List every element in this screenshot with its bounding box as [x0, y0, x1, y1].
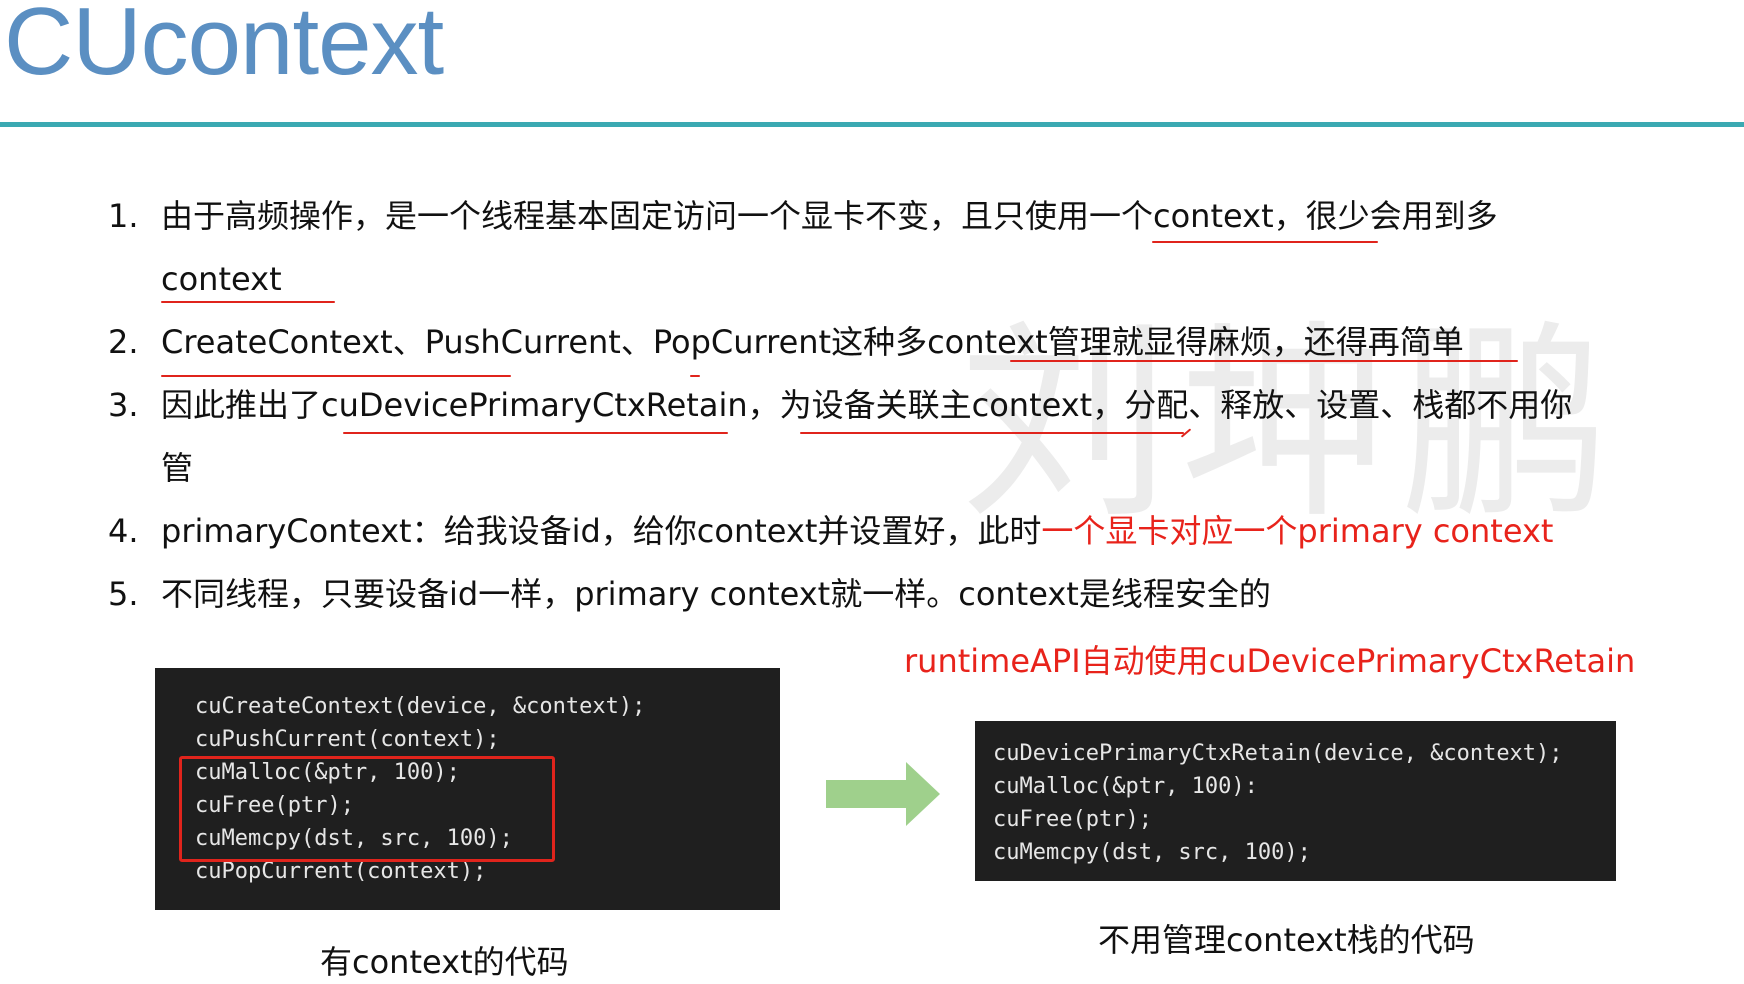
- item-1-text-cont: context: [161, 260, 282, 298]
- item-3-text-cont: 管: [161, 449, 194, 487]
- annotation-underline: [161, 301, 335, 303]
- code-line: cuPushCurrent(context);: [195, 727, 500, 752]
- item-2-number: 2.: [108, 323, 139, 361]
- right-arrow-icon: [826, 762, 940, 826]
- runtime-note: runtimeAPI自动使用cuDevicePrimaryCtxRetain: [904, 642, 1636, 680]
- item-1-number: 1.: [108, 197, 139, 235]
- code-line: cuCreateContext(device, &context);: [195, 694, 646, 719]
- item-2-text: CreateContext、PushCurrent、PopCurrent这种多c…: [161, 323, 1464, 361]
- annotation-underline: [1152, 241, 1378, 243]
- code-line: cuMalloc(&ptr, 100):: [993, 774, 1258, 799]
- item-5-number: 5.: [108, 575, 139, 613]
- item-4-highlight: 一个显卡对应一个primary context: [1041, 512, 1554, 550]
- item-3-text: 因此推出了cuDevicePrimaryCtxRetain，为设备关联主cont…: [161, 386, 1573, 424]
- annotation-underline: [1010, 360, 1518, 362]
- caption-left: 有context的代码: [320, 943, 569, 981]
- annotation-underline: [343, 432, 728, 434]
- annotation-underline: [161, 375, 511, 377]
- page-title: CUcontext: [4, 0, 444, 95]
- item-5-text: 不同线程，只要设备id一样，primary context就一样。context…: [161, 575, 1271, 613]
- annotation-underline: [800, 432, 1184, 434]
- annotation-mark: [690, 375, 700, 377]
- code-block-primary-context: cuDevicePrimaryCtxRetain(device, &contex…: [975, 721, 1616, 881]
- code-line: cuMemcpy(dst, src, 100);: [993, 840, 1311, 865]
- code-line: cuFree(ptr);: [993, 807, 1152, 832]
- code-line: cuDevicePrimaryCtxRetain(device, &contex…: [993, 741, 1563, 766]
- code-highlight-box: [179, 756, 555, 862]
- item-4-text: primaryContext：给我设备id，给你context并设置好，此时一个…: [161, 515, 1553, 547]
- item-1-text: 由于高频操作，是一个线程基本固定访问一个显卡不变，且只使用一个context，很…: [161, 197, 1498, 235]
- caption-right: 不用管理context栈的代码: [1098, 921, 1475, 959]
- item-3-number: 3.: [108, 386, 139, 424]
- item-4-number: 4.: [108, 512, 139, 550]
- item-4-text-plain: primaryContext：给我设备id，给你context并设置好，此时: [161, 512, 1042, 550]
- title-divider: [0, 122, 1744, 127]
